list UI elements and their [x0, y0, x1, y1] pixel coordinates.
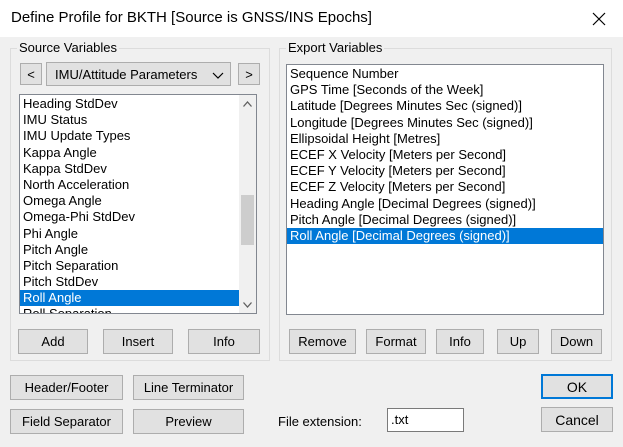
- list-item[interactable]: Longitude [Degrees Minutes Sec (signed)]: [287, 115, 603, 131]
- close-button[interactable]: [587, 7, 611, 31]
- list-item[interactable]: Sequence Number: [287, 66, 603, 82]
- list-item[interactable]: Phi Angle: [20, 226, 239, 242]
- preview-button[interactable]: Preview: [133, 409, 244, 434]
- insert-button[interactable]: Insert: [103, 329, 173, 354]
- list-item[interactable]: Heading StdDev: [20, 96, 239, 112]
- source-scrollbar[interactable]: [239, 95, 256, 313]
- file-extension-label: File extension:: [278, 414, 362, 429]
- export-variables-list[interactable]: Sequence Number GPS Time [Seconds of the …: [286, 64, 604, 315]
- add-button[interactable]: Add: [18, 329, 88, 354]
- list-item[interactable]: Kappa StdDev: [20, 161, 239, 177]
- chevron-down-icon: [212, 72, 224, 79]
- list-item[interactable]: North Acceleration: [20, 177, 239, 193]
- list-item[interactable]: Pitch Separation: [20, 258, 239, 274]
- source-variables-label: Source Variables: [17, 40, 120, 56]
- remove-button[interactable]: Remove: [289, 329, 356, 354]
- list-item[interactable]: ECEF X Velocity [Meters per Second]: [287, 147, 603, 163]
- field-separator-button[interactable]: Field Separator: [10, 409, 123, 434]
- up-button[interactable]: Up: [497, 329, 539, 354]
- list-item[interactable]: Kappa Angle: [20, 145, 239, 161]
- list-item[interactable]: IMU Update Types: [20, 128, 239, 144]
- file-extension-input[interactable]: .txt: [387, 408, 464, 432]
- list-item[interactable]: ECEF Z Velocity [Meters per Second]: [287, 179, 603, 195]
- title-bar: Define Profile for BKTH [Source is GNSS/…: [0, 0, 623, 37]
- format-button[interactable]: Format: [366, 329, 426, 354]
- source-list-items: Heading StdDev IMU Status IMU Update Types…: [20, 96, 239, 313]
- cancel-button[interactable]: Cancel: [541, 407, 613, 432]
- chevron-down-icon: [243, 301, 252, 308]
- chevron-up-icon: [243, 100, 252, 107]
- line-terminator-button[interactable]: Line Terminator: [133, 375, 244, 400]
- source-category-value: IMU/Attitude Parameters: [55, 66, 198, 82]
- list-item[interactable]: GPS Time [Seconds of the Week]: [287, 82, 603, 98]
- export-variables-label: Export Variables: [286, 40, 385, 56]
- source-info-button[interactable]: Info: [188, 329, 260, 354]
- ok-button[interactable]: OK: [541, 374, 613, 399]
- window-title: Define Profile for BKTH [Source is GNSS/…: [11, 9, 372, 26]
- source-category-dropdown[interactable]: IMU/Attitude Parameters: [46, 62, 231, 86]
- scroll-down-button[interactable]: [239, 296, 256, 313]
- source-next-button[interactable]: >: [238, 63, 260, 85]
- scroll-thumb[interactable]: [241, 195, 254, 245]
- list-item[interactable]: IMU Status: [20, 112, 239, 128]
- list-item[interactable]: Roll Separation: [20, 306, 239, 313]
- list-item[interactable]: Pitch Angle [Decimal Degrees (signed)]: [287, 212, 603, 228]
- list-item[interactable]: Roll Angle [Decimal Degrees (signed)]: [287, 227, 603, 245]
- list-item[interactable]: Ellipsoidal Height [Metres]: [287, 131, 603, 147]
- header-footer-button[interactable]: Header/Footer: [10, 375, 123, 400]
- list-item[interactable]: ECEF Y Velocity [Meters per Second]: [287, 163, 603, 179]
- list-item[interactable]: Pitch StdDev: [20, 274, 239, 290]
- export-list-items: Sequence Number GPS Time [Seconds of the …: [287, 66, 603, 245]
- down-button[interactable]: Down: [551, 329, 602, 354]
- list-item[interactable]: Pitch Angle: [20, 242, 239, 258]
- close-icon: [592, 12, 606, 26]
- source-prev-button[interactable]: <: [20, 63, 42, 85]
- list-item[interactable]: Omega Angle: [20, 193, 239, 209]
- source-variables-list[interactable]: Heading StdDev IMU Status IMU Update Types…: [19, 94, 257, 314]
- list-item[interactable]: Omega-Phi StdDev: [20, 209, 239, 225]
- list-item[interactable]: Heading Angle [Decimal Degrees (signed)]: [287, 196, 603, 212]
- scroll-up-button[interactable]: [239, 95, 256, 112]
- list-item[interactable]: Roll Angle: [20, 290, 239, 307]
- export-info-button[interactable]: Info: [436, 329, 484, 354]
- list-item[interactable]: Latitude [Degrees Minutes Sec (signed)]: [287, 98, 603, 114]
